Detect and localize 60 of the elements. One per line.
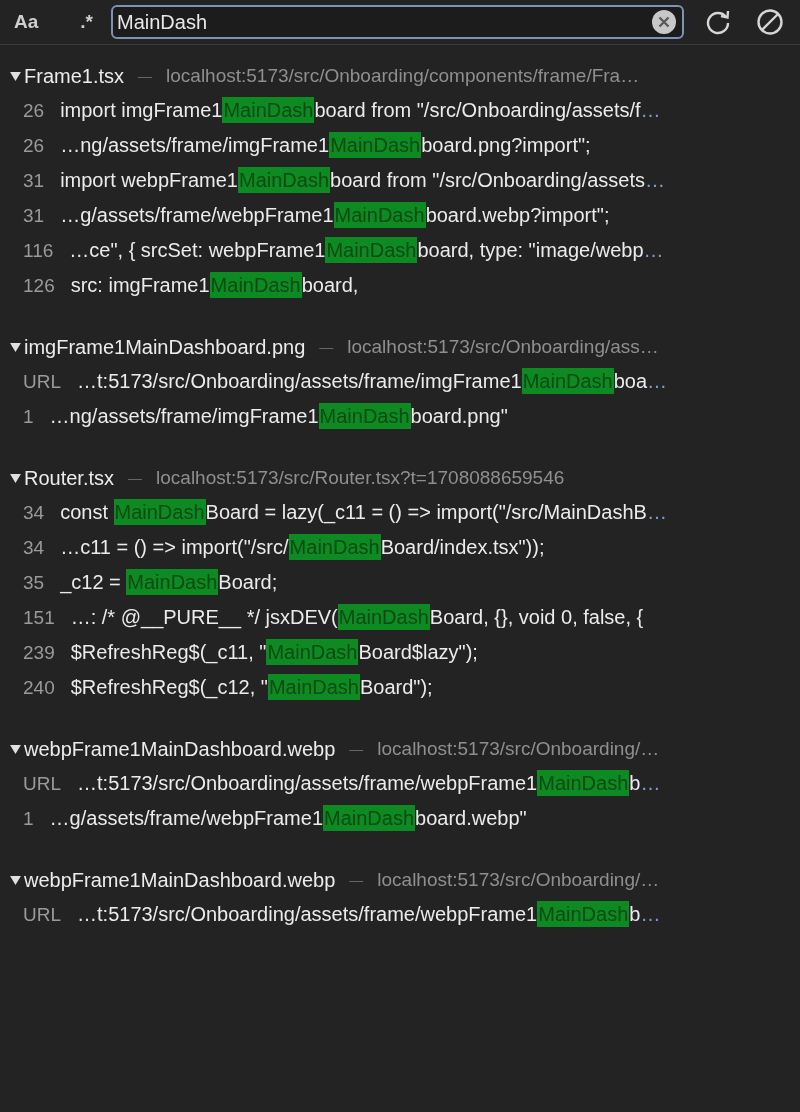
disclosure-triangle-icon[interactable] (10, 342, 21, 352)
result-line[interactable]: const MainDashBoard = lazy(_c11 = () => import("/src/MainDashB… (60, 501, 667, 524)
result-line[interactable]: …ng/assets/frame/imgFrame1MainDashboard.png" (49, 405, 508, 428)
line-number: 1 (23, 807, 34, 830)
line-number: 126 (23, 274, 55, 297)
line-number: 151 (23, 606, 55, 629)
clear-results-icon[interactable] (756, 8, 784, 36)
result-line[interactable]: …g/assets/frame/webpFrame1MainDashboard.webp" (49, 807, 527, 830)
line-number: 31 (23, 169, 45, 192)
line-number: 240 (23, 676, 55, 699)
separator: — (349, 872, 364, 888)
result-line[interactable]: …t:5173/src/Onboarding/assets/frame/webpFrame1MainDashb… (77, 772, 661, 795)
disclosure-triangle-icon[interactable] (10, 744, 21, 754)
disclosure-triangle-icon[interactable] (10, 473, 21, 483)
result-line[interactable]: $RefreshReg$(_c11, "MainDashBoard$lazy"); (70, 641, 478, 664)
line-number: 35 (23, 571, 45, 594)
line-number: URL (23, 772, 61, 795)
result-line[interactable]: …t:5173/src/Onboarding/assets/frame/imgFrame1MainDashboa… (77, 370, 668, 393)
result-line[interactable]: …c11 = () => import("/src/MainDashBoard/index.tsx")); (60, 536, 545, 559)
match-case-toggle[interactable]: Aa (8, 11, 45, 33)
result-line[interactable]: …: /* @__PURE__ */ jsxDEV(MainDashBoard, {}, void 0, false, { (70, 606, 644, 629)
file-location: localhost:5173/src/Onboarding/… (377, 869, 660, 891)
file-name[interactable]: webpFrame1MainDashboard.webp (24, 868, 336, 892)
file-location: localhost:5173/src/Onboarding/ass… (347, 336, 659, 358)
line-number: 26 (23, 99, 45, 122)
file-location: localhost:5173/src/Onboarding/… (377, 738, 660, 760)
separator: — (349, 741, 364, 757)
line-number: 239 (23, 641, 55, 664)
disclosure-triangle-icon[interactable] (10, 875, 21, 885)
result-line[interactable]: …ce", { srcSet: webpFrame1MainDashboard, type: "image/webp… (69, 239, 664, 262)
line-number: 26 (23, 134, 45, 157)
line-number: URL (23, 370, 61, 393)
result-line[interactable]: …ng/assets/frame/imgFrame1MainDashboard.png?import"; (60, 134, 591, 157)
refresh-icon[interactable] (704, 8, 732, 36)
result-line[interactable]: src: imgFrame1MainDashboard, (70, 274, 359, 297)
clear-icon[interactable] (652, 10, 676, 34)
result-line[interactable]: import webpFrame1MainDashboard from "/src/Onboarding/assets… (60, 169, 666, 192)
result-line[interactable]: …g/assets/frame/webpFrame1MainDashboard.webp?import"; (60, 204, 610, 227)
line-number: 1 (23, 405, 34, 428)
separator: — (319, 339, 334, 355)
file-location: localhost:5173/src/Onboarding/components/frame/Fra… (166, 65, 640, 87)
file-location: localhost:5173/src/Router.tsx?t=1708088659546 (156, 467, 565, 489)
line-number: URL (23, 903, 61, 926)
result-line[interactable]: import imgFrame1MainDashboard from "/src/Onboarding/assets/f… (60, 99, 661, 122)
line-number: 34 (23, 501, 45, 524)
search-field[interactable]: MainDash (111, 5, 684, 39)
result-line[interactable]: …t:5173/src/Onboarding/assets/frame/webpFrame1MainDashb… (77, 903, 661, 926)
separator: — (138, 68, 153, 84)
file-name[interactable]: Frame1.tsx (24, 64, 125, 88)
separator: — (128, 470, 143, 486)
result-line[interactable]: $RefreshReg$(_c12, "MainDashBoard"); (70, 676, 433, 699)
line-number: 116 (23, 239, 54, 262)
line-number: 31 (23, 204, 45, 227)
line-number: 34 (23, 536, 45, 559)
file-name[interactable]: Router.tsx (24, 466, 115, 490)
disclosure-triangle-icon[interactable] (10, 71, 21, 81)
regex-toggle[interactable]: .* (74, 11, 99, 33)
result-line[interactable]: _c12 = MainDashBoard; (60, 571, 278, 594)
file-name[interactable]: imgFrame1MainDashboard.png (24, 335, 306, 359)
file-name[interactable]: webpFrame1MainDashboard.webp (24, 737, 336, 761)
